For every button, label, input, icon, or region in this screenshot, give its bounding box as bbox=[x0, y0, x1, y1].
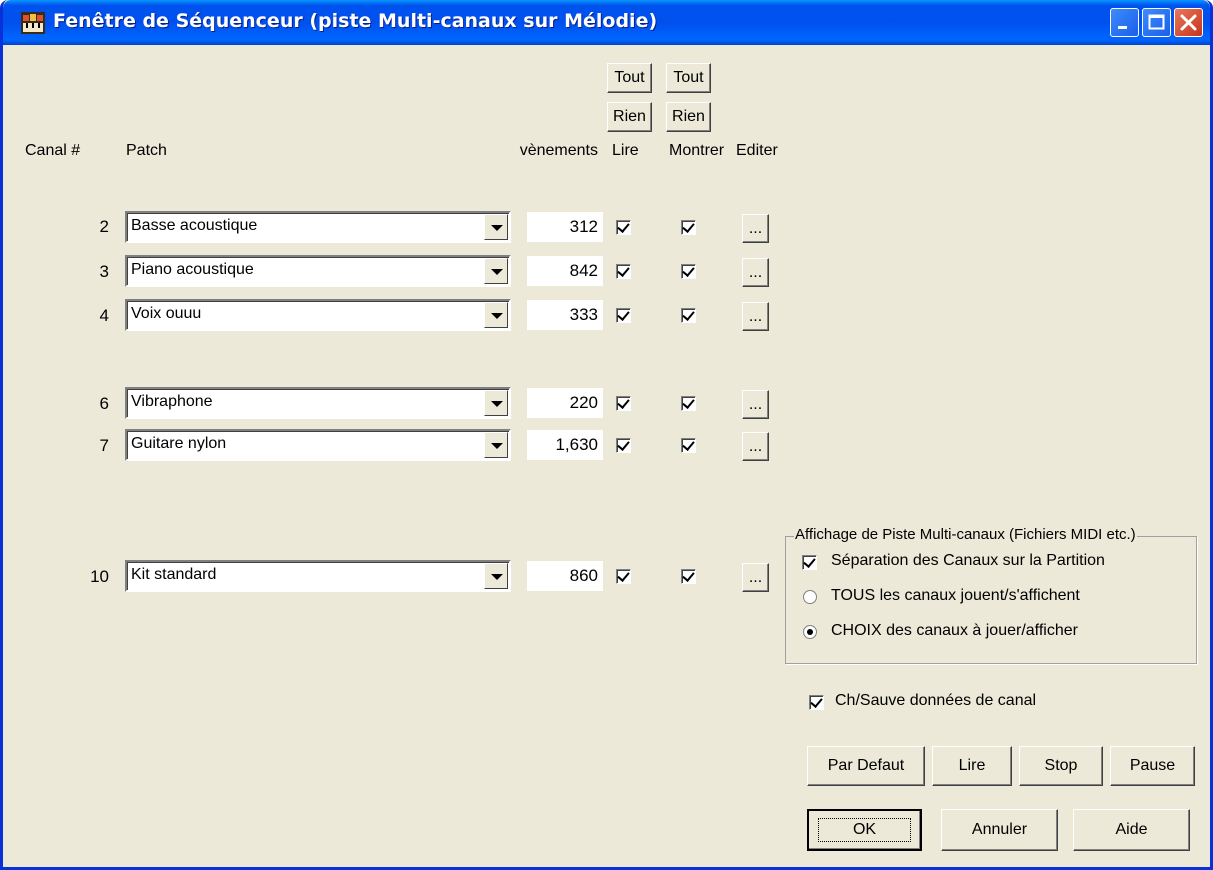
chevron-down-icon bbox=[491, 401, 503, 407]
channel-number: 10 bbox=[90, 567, 109, 586]
chevron-down-icon bbox=[491, 574, 503, 580]
patch-value: Basse acoustique bbox=[131, 217, 258, 234]
ok-button[interactable]: OK bbox=[807, 809, 922, 851]
montrer-tout-button[interactable]: Tout bbox=[666, 63, 711, 93]
help-button[interactable]: Aide bbox=[1073, 809, 1190, 851]
patch-value: Piano acoustique bbox=[131, 261, 254, 278]
channel-number: 7 bbox=[99, 436, 109, 455]
maximize-icon bbox=[1148, 14, 1165, 30]
minimize-button[interactable] bbox=[1110, 8, 1139, 37]
event-count: 312 bbox=[527, 212, 603, 242]
patch-value: Voix ouuu bbox=[131, 305, 202, 322]
montrer-rien-button[interactable]: Rien bbox=[666, 102, 711, 132]
sequencer-window: Fenêtre de Séquenceur (piste Multi-canau… bbox=[0, 0, 1213, 870]
montrer-checkbox[interactable] bbox=[681, 396, 696, 411]
chevron-down-icon bbox=[491, 313, 503, 319]
patch-select[interactable]: Voix ouuu bbox=[125, 299, 511, 331]
channel-number: 2 bbox=[99, 217, 109, 236]
dropdown-arrow[interactable] bbox=[484, 432, 508, 458]
header-lire: Lire bbox=[612, 142, 639, 159]
lire-tout-button[interactable]: Tout bbox=[607, 63, 652, 93]
event-count: 1,630 bbox=[527, 430, 603, 460]
channel-number: 4 bbox=[99, 306, 109, 325]
patch-select[interactable]: Guitare nylon bbox=[125, 429, 511, 461]
dropdown-arrow[interactable] bbox=[484, 258, 508, 284]
default-button[interactable]: Par Defaut bbox=[807, 746, 925, 786]
montrer-checkbox[interactable] bbox=[681, 220, 696, 235]
lire-checkbox[interactable] bbox=[616, 569, 631, 584]
montrer-checkbox[interactable] bbox=[681, 308, 696, 323]
window-title: Fenêtre de Séquenceur (piste Multi-canau… bbox=[53, 10, 658, 32]
save-channel-checkbox[interactable] bbox=[809, 695, 824, 710]
chevron-down-icon bbox=[491, 443, 503, 449]
edit-channel-button[interactable]: ... bbox=[742, 214, 769, 243]
patch-select[interactable]: Kit standard bbox=[125, 560, 511, 592]
event-count: 333 bbox=[527, 300, 603, 330]
title-bar[interactable]: Fenêtre de Séquenceur (piste Multi-canau… bbox=[3, 0, 1210, 45]
dropdown-arrow[interactable] bbox=[484, 214, 508, 240]
cancel-button[interactable]: Annuler bbox=[941, 809, 1058, 851]
app-icon bbox=[21, 12, 45, 34]
separation-label: Séparation des Canaux sur la Partition bbox=[831, 552, 1105, 569]
close-button[interactable] bbox=[1174, 8, 1203, 37]
dropdown-arrow[interactable] bbox=[484, 563, 508, 589]
close-icon bbox=[1180, 14, 1197, 31]
chevron-down-icon bbox=[491, 269, 503, 275]
stop-button[interactable]: Stop bbox=[1019, 746, 1103, 786]
channel-number: 6 bbox=[99, 394, 109, 413]
maximize-button[interactable] bbox=[1142, 8, 1171, 37]
minimize-icon bbox=[1118, 26, 1127, 29]
header-events: vènements bbox=[519, 142, 598, 159]
header-editer: Editer bbox=[736, 142, 778, 159]
ok-label: OK bbox=[817, 818, 912, 842]
separation-checkbox[interactable] bbox=[802, 555, 817, 570]
montrer-checkbox[interactable] bbox=[681, 569, 696, 584]
lire-checkbox[interactable] bbox=[616, 438, 631, 453]
patch-select[interactable]: Basse acoustique bbox=[125, 211, 511, 243]
patch-value: Guitare nylon bbox=[131, 435, 227, 452]
edit-channel-button[interactable]: ... bbox=[742, 563, 769, 592]
all-channels-radio[interactable] bbox=[803, 590, 817, 604]
lire-checkbox[interactable] bbox=[616, 264, 631, 279]
group-title: Affichage de Piste Multi-canaux (Fichier… bbox=[794, 526, 1137, 543]
channel-number: 3 bbox=[99, 262, 109, 281]
edit-channel-button[interactable]: ... bbox=[742, 390, 769, 419]
all-channels-label: TOUS les canaux jouent/s'affichent bbox=[831, 587, 1080, 604]
patch-value: Vibraphone bbox=[131, 393, 213, 410]
lire-checkbox[interactable] bbox=[616, 308, 631, 323]
play-button[interactable]: Lire bbox=[932, 746, 1012, 786]
patch-value: Kit standard bbox=[131, 566, 217, 583]
edit-channel-button[interactable]: ... bbox=[742, 302, 769, 331]
save-channel-label: Ch/Sauve données de canal bbox=[835, 692, 1037, 709]
chevron-down-icon bbox=[491, 225, 503, 231]
montrer-checkbox[interactable] bbox=[681, 438, 696, 453]
pause-button[interactable]: Pause bbox=[1110, 746, 1195, 786]
event-count: 860 bbox=[527, 561, 603, 591]
montrer-checkbox[interactable] bbox=[681, 264, 696, 279]
header-canal: Canal # bbox=[25, 142, 81, 159]
choice-channels-label: CHOIX des canaux à jouer/afficher bbox=[831, 622, 1078, 639]
dropdown-arrow[interactable] bbox=[484, 302, 508, 328]
choice-channels-radio[interactable] bbox=[803, 625, 817, 639]
header-patch: Patch bbox=[126, 142, 167, 159]
lire-rien-button[interactable]: Rien bbox=[607, 102, 652, 132]
patch-select[interactable]: Vibraphone bbox=[125, 387, 511, 419]
event-count: 220 bbox=[527, 388, 603, 418]
header-montrer: Montrer bbox=[669, 142, 725, 159]
edit-channel-button[interactable]: ... bbox=[742, 432, 769, 461]
event-count: 842 bbox=[527, 256, 603, 286]
patch-select[interactable]: Piano acoustique bbox=[125, 255, 511, 287]
edit-channel-button[interactable]: ... bbox=[742, 258, 769, 287]
lire-checkbox[interactable] bbox=[616, 220, 631, 235]
dialog-client-area: Tout Rien Tout Rien Canal # Patch vèneme… bbox=[3, 45, 1210, 867]
dropdown-arrow[interactable] bbox=[484, 390, 508, 416]
lire-checkbox[interactable] bbox=[616, 396, 631, 411]
